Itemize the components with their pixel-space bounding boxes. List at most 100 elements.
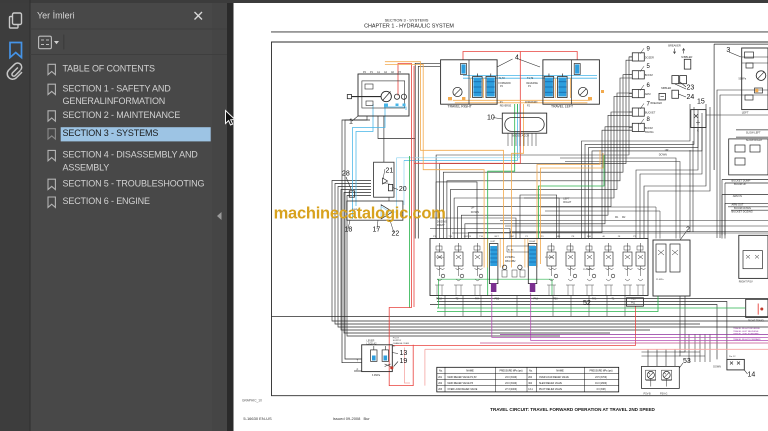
svg-text:23.0 (3340): 23.0 (3340): [505, 377, 517, 379]
svg-text:RIGHT PSV: RIGHT PSV: [739, 280, 753, 284]
svg-text:DOWN: DOWN: [713, 365, 721, 368]
svg-text:23.5 (3700): 23.5 (3700): [595, 377, 607, 379]
svg-text:Bur: Bur: [364, 416, 371, 421]
svg-text:TABLE OF CONTENTS: TABLE OF CONTENTS: [63, 64, 155, 74]
svg-text:34MPa: 34MPa: [383, 183, 390, 185]
svg-text:BKT: BKT: [495, 236, 500, 238]
svg-text:19: 19: [400, 358, 408, 365]
svg-text:50MPa: 50MPa: [739, 78, 747, 81]
svg-text:RIGHT TRAVEL: RIGHT TRAVEL: [748, 320, 765, 323]
svg-text:SWING: SWING: [645, 130, 654, 134]
svg-text:GRAPHIC_10: GRAPHIC_10: [242, 398, 262, 402]
svg-text:PILOT: PILOT: [393, 338, 400, 340]
svg-text:C: C: [697, 129, 699, 133]
svg-text:CHANGE OVER: CHANGE OVER: [393, 342, 410, 345]
svg-text:SECTION 6 - ENGINE: SECTION 6 - ENGINE: [63, 196, 150, 206]
svg-text:LEFT: LEFT: [742, 111, 749, 115]
svg-text:TRAVEL RIGHT FORWARD: TRAVEL RIGHT FORWARD: [733, 338, 761, 341]
svg-text:SLEW RELIEF VALVE: SLEW RELIEF VALVE: [539, 382, 562, 385]
svg-text:22: 22: [392, 231, 400, 238]
svg-text:OVER LOAD RELIEF VALVE: OVER LOAD RELIEF VALVE: [539, 376, 569, 379]
svg-text:OVER LOAD RELIEF VALVE: OVER LOAD RELIEF VALVE: [448, 388, 478, 391]
svg-text:3.3 (338): 3.3 (338): [596, 389, 605, 391]
svg-text:PB2: PB2: [495, 298, 500, 301]
svg-text:21: 21: [386, 167, 394, 174]
svg-text:NIBBLER: NIBBLER: [661, 87, 672, 90]
svg-text:BOOM: BOOM: [645, 73, 653, 77]
svg-text:24: 24: [687, 94, 695, 101]
svg-text:RIGHT: RIGHT: [529, 241, 536, 243]
svg-text:25.5MPa: 25.5MPa: [583, 269, 593, 271]
svg-text:25.5MPa: 25.5MPa: [545, 257, 555, 259]
svg-text:SLOW RIGHT: SLOW RIGHT: [746, 138, 763, 142]
svg-text:MAIN RELIEF VALVE P3: MAIN RELIEF VALVE P3: [448, 382, 474, 385]
svg-text:17: 17: [373, 227, 381, 234]
svg-text:DUMP: DUMP: [437, 223, 445, 227]
svg-text:2: 2: [686, 227, 690, 234]
svg-text:No.: No.: [529, 370, 533, 373]
svg-text:SECTION 4 - DISASSEMBLY AND: SECTION 4 - DISASSEMBLY AND: [63, 150, 199, 160]
svg-text:BUCKET DOZING: BUCKET DOZING: [732, 210, 753, 214]
svg-text:PSV-G: PSV-G: [660, 392, 667, 395]
svg-text:21.MPa: 21.MPa: [656, 279, 664, 281]
svg-text:SLOW LEFT: SLOW LEFT: [746, 130, 761, 134]
svg-text:13-1: 13-1: [528, 389, 533, 391]
svg-text:TRAVEL LEFT: TRAVEL LEFT: [551, 105, 573, 109]
svg-text:T1,T2: T1,T2: [527, 77, 534, 80]
svg-text:A1 B1: A1 B1: [508, 249, 514, 252]
svg-text:DOWN: DOWN: [471, 210, 479, 214]
svg-text:27.3 (4000): 27.3 (4000): [505, 389, 517, 391]
svg-text:PB7/23: PB7/23: [464, 236, 472, 238]
svg-text:ARM: ARM: [645, 92, 651, 96]
svg-text:LEFT: LEFT: [563, 197, 570, 201]
svg-text:ASSEMBLY: ASSEMBLY: [63, 162, 110, 172]
svg-text:LEFT: LEFT: [490, 241, 496, 243]
svg-text:ARM IN: ARM IN: [733, 194, 742, 198]
svg-text:23.5MPa: 23.5MPa: [505, 256, 515, 259]
svg-text:SECTION 5 - TROUBLESHOOTING: SECTION 5 - TROUBLESHOOTING: [63, 178, 205, 188]
svg-text:20: 20: [399, 186, 407, 193]
svg-text:5-16630 EN-US: 5-16630 EN-US: [243, 416, 272, 421]
svg-text:NAME: NAME: [466, 369, 474, 373]
svg-text:52: 52: [583, 300, 591, 307]
svg-text:23.0 (3340): 23.0 (3340): [505, 383, 517, 385]
svg-text:25.MPa: 25.MPa: [436, 257, 444, 259]
svg-text:BREAKER: BREAKER: [651, 102, 663, 105]
svg-text:53: 53: [683, 358, 691, 365]
svg-text:Issued 09-2008: Issued 09-2008: [333, 416, 361, 421]
svg-text:3: 3: [726, 47, 730, 54]
svg-text:MB1 MB2: MB1 MB2: [505, 260, 516, 263]
svg-text:PRESSURE MPa (psi): PRESSURE MPa (psi): [589, 371, 612, 373]
svg-text:ARM OUT: ARM OUT: [732, 203, 744, 207]
svg-text:RIGHT: RIGHT: [563, 200, 571, 204]
svg-text:GENERALINFORMATION: GENERALINFORMATION: [63, 96, 166, 106]
svg-text:BOOM DOWN: BOOM DOWN: [734, 206, 751, 210]
svg-text:SUPPLY: SUPPLY: [393, 340, 402, 342]
svg-text:LOCK A2: LOCK A2: [367, 342, 378, 345]
svg-text:SECTION 1 - SAFETY AND: SECTION 1 - SAFETY AND: [63, 83, 172, 93]
svg-text:PRESSURE MPa (psi): PRESSURE MPa (psi): [499, 371, 522, 373]
svg-text:DOZER: DOZER: [645, 55, 654, 59]
svg-text:15: 15: [697, 99, 705, 106]
svg-text:DOWN: DOWN: [659, 153, 667, 157]
svg-text:BOOM: BOOM: [645, 126, 653, 130]
svg-text:NAME: NAME: [556, 369, 564, 373]
svg-text:No.: No.: [439, 370, 443, 373]
svg-text:16.0 (2660): 16.0 (2660): [595, 383, 607, 385]
svg-text:PB10: PB10: [436, 298, 443, 301]
svg-text:CHAPTER 1 - HYDRAULIC SYSTEM: CHAPTER 1 - HYDRAULIC SYSTEM: [364, 24, 454, 30]
svg-text:T1,T2: T1,T2: [499, 77, 506, 80]
svg-text:13: 13: [400, 350, 408, 357]
svg-text:Py1: Py1: [631, 302, 636, 305]
svg-text:BUCKET DUMP: BUCKET DUMP: [732, 179, 751, 183]
svg-text:28: 28: [342, 171, 350, 178]
svg-text:REVERSE: REVERSE: [500, 105, 512, 108]
svg-text:SECTION 3 - SYSTEMS: SECTION 3 - SYSTEMS: [63, 128, 159, 138]
svg-text:TRAVEL RIGHT REVERSE: TRAVEL RIGHT REVERSE: [733, 327, 760, 330]
svg-text:MAIN RELIEF VALVE P1,P2: MAIN RELIEF VALVE P1,P2: [448, 376, 478, 379]
svg-text:UP: UP: [665, 148, 669, 152]
svg-text:TRAVEL CIRCUIT: TRAVEL FORWARD: TRAVEL CIRCUIT: TRAVEL FORWARD OPERATION…: [490, 407, 655, 412]
svg-text:BREAKER: BREAKER: [668, 43, 681, 47]
svg-text:3.0MPa: 3.0MPa: [372, 374, 381, 377]
svg-text:BOOM UP: BOOM UP: [734, 182, 747, 186]
